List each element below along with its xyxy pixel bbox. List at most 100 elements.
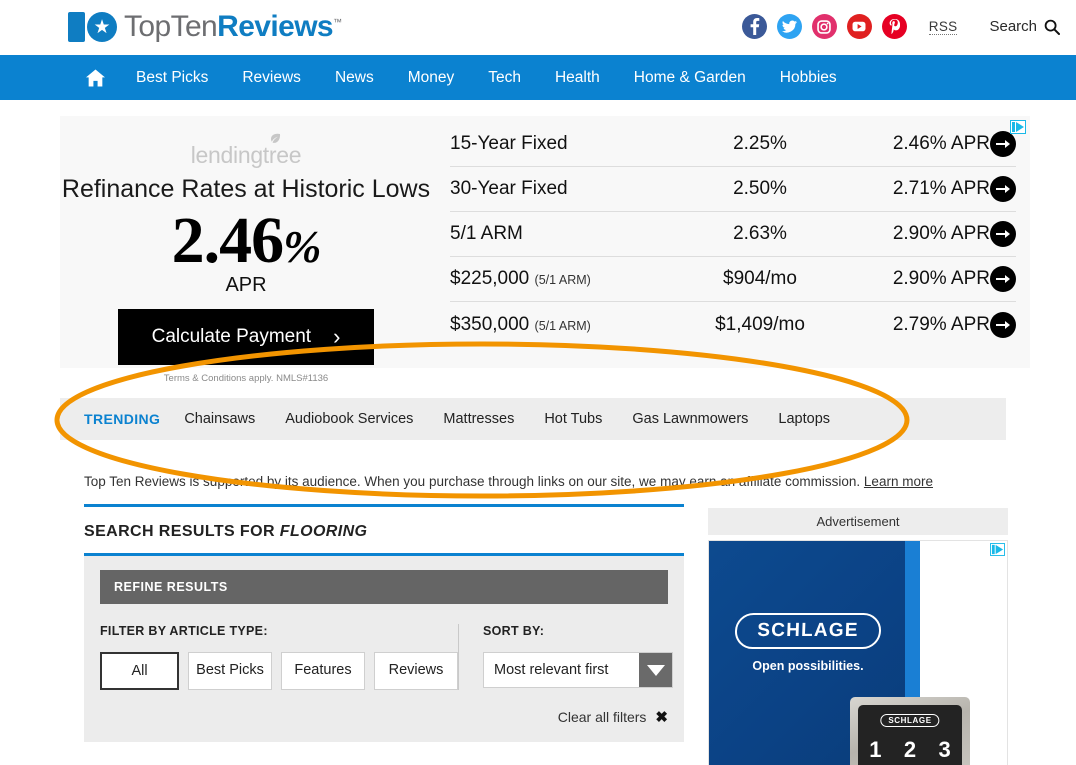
nav-item-money[interactable]: Money <box>391 55 472 100</box>
rate-term: $350,000 (5/1 ARM) <box>450 314 680 336</box>
nav-item-reviews[interactable]: Reviews <box>225 55 318 100</box>
trending-item-mattresses[interactable]: Mattresses <box>443 411 514 427</box>
schlage-logo: SCHLAGE <box>734 613 881 649</box>
leaf-icon <box>269 133 281 145</box>
twitter-icon[interactable] <box>777 14 802 39</box>
rate-apr: 2.90% APR <box>840 223 990 245</box>
lock-key-1: 1 <box>869 737 881 763</box>
trending-item-laptops[interactable]: Laptops <box>778 411 830 427</box>
sort-select-toggle[interactable] <box>639 653 672 687</box>
arrow-right-icon[interactable] <box>990 266 1016 292</box>
refine-results-header: REFINE RESULTS <box>100 570 668 604</box>
table-row[interactable]: $350,000 (5/1 ARM) $1,409/mo 2.79% APR <box>450 302 1016 347</box>
filter-chip-best-picks[interactable]: Best Picks <box>188 652 272 690</box>
facebook-icon[interactable] <box>742 14 767 39</box>
lock-brand-badge: SCHLAGE <box>880 714 939 727</box>
rate-term-text: $350,000 <box>450 314 529 335</box>
rate-term-sub: (5/1 ARM) <box>535 273 591 287</box>
trending-item-gas-lawnmowers[interactable]: Gas Lawnmowers <box>632 411 748 427</box>
clear-all-filters-label[interactable]: Clear all filters <box>558 709 647 725</box>
schlage-ad[interactable]: SCHLAGE Open possibilities. SCHLAGE 1 2 … <box>708 540 1008 765</box>
rate-term-text: 30-Year Fixed <box>450 178 568 199</box>
sort-select-value: Most relevant first <box>484 653 639 687</box>
lendingtree-rate: 2.46% <box>60 208 432 274</box>
nav-item-home-garden[interactable]: Home & Garden <box>617 55 763 100</box>
logo-tm: ™ <box>333 17 341 27</box>
rate-apr: 2.46% APR <box>840 133 990 155</box>
lock-keypad-face: SCHLAGE 1 2 3 <box>858 705 962 765</box>
arrow-right-icon[interactable] <box>990 176 1016 202</box>
nav-item-health[interactable]: Health <box>538 55 617 100</box>
rss-link[interactable]: RSS <box>929 19 958 35</box>
nav-item-news[interactable]: News <box>318 55 391 100</box>
arrow-right-icon[interactable] <box>990 221 1016 247</box>
rate-arrow-cell <box>990 312 1016 338</box>
adchoices-icon[interactable] <box>990 543 1005 556</box>
lendingtree-headline: Refinance Rates at Historic Lows <box>60 175 432 204</box>
filter-chip-list: All Best Picks Features Reviews <box>100 652 458 690</box>
lock-keypad-numbers: 1 2 3 <box>858 737 962 763</box>
sort-by-group: SORT BY: Most relevant first <box>458 624 673 690</box>
table-row[interactable]: $225,000 (5/1 ARM) $904/mo 2.90% APR <box>450 257 1016 302</box>
chevron-down-icon <box>647 665 665 676</box>
sort-select[interactable]: Most relevant first <box>483 652 673 688</box>
table-row[interactable]: 30-Year Fixed 2.50% 2.71% APR <box>450 167 1016 212</box>
trending-item-audiobook-services[interactable]: Audiobook Services <box>285 411 413 427</box>
nav-item-hobbies[interactable]: Hobbies <box>763 55 854 100</box>
table-row[interactable]: 15-Year Fixed 2.25% 2.46% APR <box>450 122 1016 167</box>
search-results-prefix: SEARCH RESULTS FOR <box>84 523 280 540</box>
rate-term-sub: (5/1 ARM) <box>535 319 591 333</box>
nav-item-best-picks[interactable]: Best Picks <box>119 55 225 100</box>
rate-value: 2.50% <box>680 178 840 200</box>
lendingtree-terms: Terms & Conditions apply. NMLS#1136 <box>60 373 432 384</box>
youtube-icon[interactable] <box>847 14 872 39</box>
rate-arrow-cell <box>990 266 1016 292</box>
lendingtree-percent-sign: % <box>283 221 320 272</box>
trending-item-chainsaws[interactable]: Chainsaws <box>184 411 255 427</box>
rate-apr: 2.90% APR <box>840 268 990 290</box>
lendingtree-brand-text: lendingtree <box>191 142 302 168</box>
table-row[interactable]: 5/1 ARM 2.63% 2.90% APR <box>450 212 1016 257</box>
rate-value: $1,409/mo <box>680 314 840 336</box>
trending-label: TRENDING <box>84 411 160 427</box>
lendingtree-ad[interactable]: lendingtree Refinance Rates at Historic … <box>60 116 1030 368</box>
affiliate-disclosure-text: Top Ten Reviews is supported by its audi… <box>84 474 864 489</box>
schlage-lock-image: SCHLAGE 1 2 3 <box>850 697 970 765</box>
filter-chip-features[interactable]: Features <box>281 652 365 690</box>
rate-value: 2.63% <box>680 223 840 245</box>
site-logo[interactable]: ★ TopTenReviews™ <box>68 9 341 45</box>
pinterest-icon[interactable] <box>882 14 907 39</box>
logo-wordmark: TopTenReviews™ <box>124 10 341 44</box>
instagram-icon[interactable] <box>812 14 837 39</box>
chevron-right-icon: › <box>333 324 340 350</box>
close-icon[interactable]: ✖ <box>655 708 668 726</box>
nav-item-tech[interactable]: Tech <box>471 55 538 100</box>
filter-chip-reviews[interactable]: Reviews <box>374 652 458 690</box>
page-root: ★ TopTenReviews™ RSS Search <box>0 0 1076 765</box>
arrow-right-icon[interactable] <box>990 312 1016 338</box>
rate-apr: 2.79% APR <box>840 314 990 336</box>
arrow-right-icon[interactable] <box>990 131 1016 157</box>
filter-chip-all[interactable]: All <box>100 652 179 690</box>
affiliate-disclosure: Top Ten Reviews is supported by its audi… <box>84 474 984 489</box>
lendingtree-apr-label: APR <box>60 274 432 297</box>
search-label: Search <box>989 18 1037 35</box>
search-toggle[interactable]: Search <box>989 18 1060 35</box>
rate-value: $904/mo <box>680 268 840 290</box>
lock-key-3: 3 <box>939 737 951 763</box>
search-query-term: FLOORING <box>280 523 368 540</box>
sidebar-ad-column: Advertisement SCHLAGE Open possibilities… <box>708 508 1008 765</box>
home-icon[interactable] <box>72 69 119 87</box>
calculate-payment-button[interactable]: Calculate Payment › <box>118 309 375 365</box>
refine-results-panel: REFINE RESULTS FILTER BY ARTICLE TYPE: A… <box>84 553 684 742</box>
rate-arrow-cell <box>990 221 1016 247</box>
rate-term: 15-Year Fixed <box>450 133 680 155</box>
filter-label: FILTER BY ARTICLE TYPE: <box>100 624 458 638</box>
learn-more-link[interactable]: Learn more <box>864 474 933 489</box>
adchoices-icon[interactable] <box>1010 120 1026 134</box>
refine-results-body: FILTER BY ARTICLE TYPE: All Best Picks F… <box>100 624 668 690</box>
rate-term: 5/1 ARM <box>450 223 680 245</box>
rate-value: 2.25% <box>680 133 840 155</box>
trending-item-hot-tubs[interactable]: Hot Tubs <box>544 411 602 427</box>
rate-apr: 2.71% APR <box>840 178 990 200</box>
